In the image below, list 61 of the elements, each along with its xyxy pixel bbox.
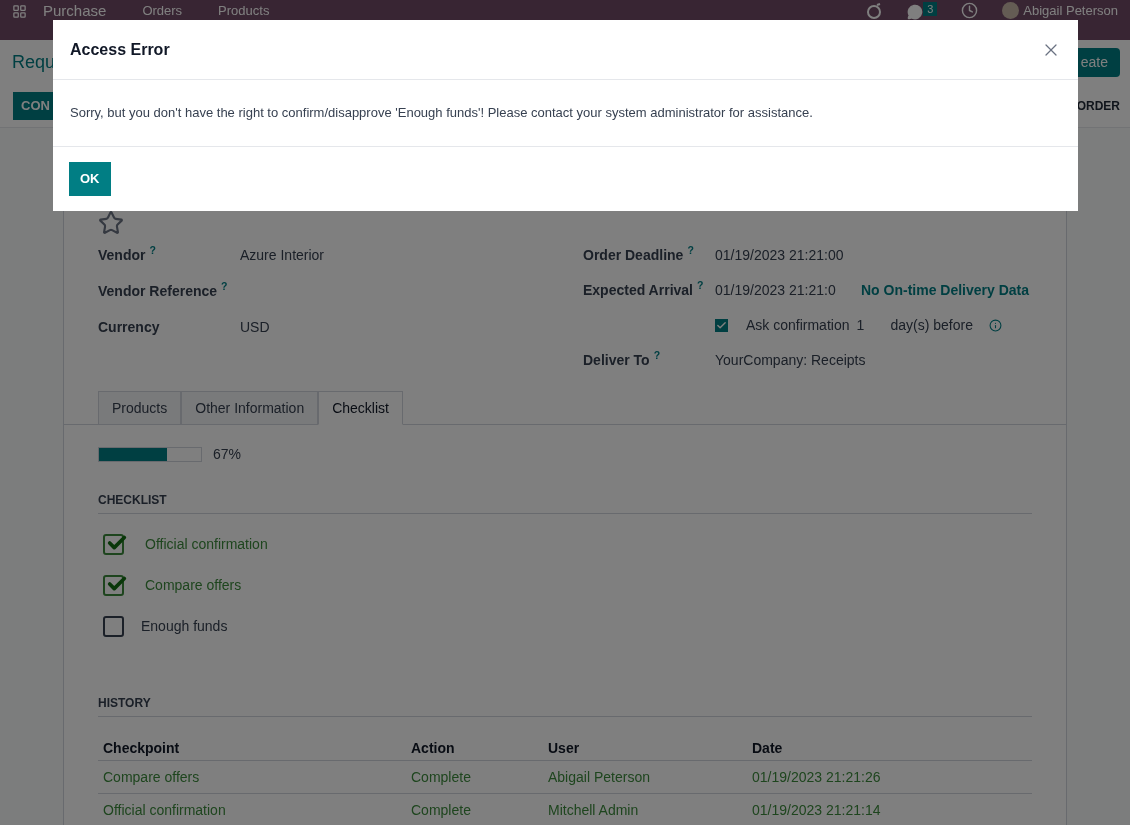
table-cell-text: Mitchell Admin (548, 800, 640, 820)
clock-icon[interactable] (961, 2, 979, 19)
table-cell-text: 01/19/2023 21:21:14 (752, 800, 882, 820)
tab[interactable]: Checklist (318, 391, 403, 425)
field-label: Deliver To $^{?}$ (583, 349, 662, 370)
help-mark[interactable]: ? (697, 279, 704, 292)
table-cell-text: Complete (411, 767, 472, 787)
menu-item[interactable]: Orders (142, 3, 183, 19)
field-value[interactable]: 01/19/2023 21:21:0 (715, 279, 861, 301)
help-mark[interactable]: ? (687, 244, 694, 257)
help-mark[interactable]: ? (653, 349, 661, 362)
table-cell-text: Complete (411, 800, 472, 820)
app-name[interactable]: Purchase (43, 2, 107, 19)
menu-item[interactable]: Products (218, 3, 270, 19)
ok-button[interactable]: OK (69, 162, 111, 196)
delivery-data-link[interactable]: No On-time Delivery Data (861, 279, 1030, 301)
status-button[interactable]: ORDER (1076, 97, 1120, 115)
chat-icon[interactable] (907, 4, 924, 20)
field-value[interactable]: 01/19/2023 21:21:00 (715, 244, 861, 266)
tab[interactable]: Products (98, 391, 182, 425)
checkbox[interactable] (715, 318, 728, 332)
favorite-star-icon[interactable] (98, 210, 124, 236)
table-cell-text: 01/19/2023 21:21:26 (752, 767, 882, 787)
column-header[interactable]: Date (752, 738, 952, 759)
section-title: HISTORY (98, 694, 1032, 717)
field-value[interactable]: YourCompany: Receipts (715, 349, 866, 371)
apps-menu-icon[interactable] (12, 4, 27, 19)
table-cell-text: Abigail Peterson (548, 767, 651, 787)
info-icon[interactable] (988, 318, 1002, 332)
field-label: Vendor Reference $^{?}$ (98, 280, 229, 301)
checkbox-label[interactable]: Ask confirmation (746, 314, 850, 336)
activity-icon[interactable] (865, 2, 884, 20)
help-mark[interactable]: ? (149, 244, 156, 257)
column-header[interactable]: Action (411, 738, 548, 759)
chat-count-badge: 3 (923, 2, 938, 16)
checklist-item[interactable]: Official confirmation (145, 533, 268, 555)
field-label: Vendor $^{?}$ (98, 244, 157, 265)
dialog-message: Sorry, but you don't have the right to confirm/disapprove 'Enough funds'! Please contact your system administrator for assistance. (70, 104, 813, 123)
table-cell-text: Official confirmation (103, 800, 227, 820)
column-header[interactable]: Checkpoint (103, 738, 411, 759)
help-mark[interactable]: ? (221, 280, 228, 293)
dialog-title: Access Error (70, 39, 170, 60)
field-value[interactable]: Azure Interior (240, 244, 325, 266)
checklist-checkbox[interactable] (103, 574, 124, 596)
field-value[interactable]: 1 (856, 314, 891, 336)
checklist-item[interactable]: Compare offers (145, 574, 242, 596)
checklist-item[interactable]: Enough funds (141, 615, 228, 637)
field-label: Order Deadline $^{?}$ (583, 244, 695, 265)
tab[interactable]: Other Information (181, 391, 319, 425)
column-header[interactable]: User (548, 738, 752, 759)
field-label: Currency (98, 317, 161, 337)
table-cell-text: Compare offers (103, 767, 201, 787)
field-label: Expected Arrival $^{?}$ (583, 279, 705, 300)
field-suffix: day(s) before (890, 315, 973, 335)
checklist-checkbox[interactable] (103, 615, 124, 637)
field-value[interactable]: USD (240, 316, 270, 338)
checklist-checkbox[interactable] (103, 533, 124, 555)
user-avatar[interactable] (1002, 2, 1020, 19)
section-title: CHECKLIST (98, 491, 1032, 514)
user-name[interactable]: Abigail Peterson (1023, 2, 1118, 19)
progress-percent: 67% (213, 445, 242, 464)
